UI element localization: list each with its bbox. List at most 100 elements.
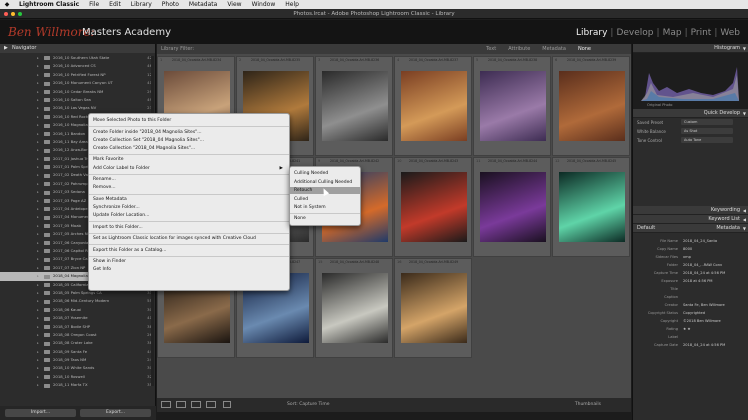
metadata-value[interactable]: 2018_04_24_Santa (683, 239, 717, 243)
folder-row[interactable]: ▸ 2016_10 Monument Canyon UT 41 (0, 79, 156, 87)
disclosure-triangle-icon[interactable]: ▸ (37, 121, 39, 129)
context-menu-item[interactable]: Create Folder inside "2018_04 Magnolia S… (93, 129, 287, 136)
menu-help[interactable]: Help (280, 0, 304, 9)
context-menu-item[interactable]: Save Metadata (93, 196, 287, 203)
disclosure-triangle-icon[interactable]: ▸ (37, 138, 39, 146)
photo-thumbnail[interactable] (559, 71, 625, 141)
sort-control[interactable]: Sort: Capture Time (287, 402, 330, 407)
apple-menu-icon[interactable]: ◆ (0, 1, 14, 8)
folder-row[interactable]: ▸ 2018_06 Kauai 30 (0, 306, 156, 314)
disclosure-triangle-icon[interactable]: ▸ (37, 281, 39, 289)
disclosure-triangle-icon[interactable]: ▸ (37, 62, 39, 70)
folder-row[interactable]: ▸ 2016_10 Petrified Forest NP 12 (0, 71, 156, 79)
disclosure-triangle-icon[interactable]: ▸ (37, 381, 39, 389)
loupe-view-icon[interactable] (176, 401, 186, 408)
metadata-value[interactable]: 2018_04_24 at 4:56 PM (683, 271, 725, 275)
disclosure-triangle-icon[interactable]: ▸ (37, 323, 39, 331)
folder-row[interactable]: ▸ 2018_06 Mid-Century Modern 55 (0, 297, 156, 305)
thumbnails-slider-label[interactable]: Thumbnails (575, 402, 601, 407)
disclosure-triangle-icon[interactable]: ▸ (37, 289, 39, 297)
context-menu-item[interactable]: Remove... (93, 184, 287, 191)
disclosure-triangle-icon[interactable]: ▸ (37, 230, 39, 238)
folder-row[interactable]: ▸ 2016_10 Southern Utah State 42 (0, 54, 156, 62)
photo-thumbnail[interactable] (401, 172, 467, 242)
collapse-triangle-icon[interactable]: ▼ (743, 224, 746, 233)
context-menu-item[interactable]: Rename... (93, 176, 287, 183)
thumbnail-cell[interactable]: 15 2018_04_Ocoaida-Ari-MB-8248 (315, 258, 393, 358)
color-label-option[interactable]: Not in System (294, 204, 326, 211)
filter-none[interactable]: None (578, 44, 591, 54)
disclosure-triangle-icon[interactable]: ▸ (37, 163, 39, 171)
thumbnail-cell[interactable]: 4 2018_04_Ocoaida-Ari-MB-8237 (394, 56, 472, 156)
disclosure-triangle-icon[interactable]: ▸ (37, 222, 39, 230)
keyword-list-header[interactable]: Keyword List ◀ (633, 215, 748, 224)
thumbnail-cell[interactable]: 11 2018_04_Ocoaida-Ari-MB-8244 (473, 157, 551, 257)
menu-app[interactable]: Lightroom Classic (14, 0, 84, 9)
disclosure-triangle-icon[interactable]: ▸ (37, 339, 39, 347)
context-menu-item[interactable]: Move Selected Photo to this Folder (93, 117, 287, 124)
context-menu-item[interactable]: Get Info (93, 266, 287, 273)
disclosure-triangle-icon[interactable]: ▸ (37, 213, 39, 221)
menu-library[interactable]: Library (126, 0, 157, 9)
thumbnail-cell[interactable]: 10 2018_04_Ocoaida-Ari-MB-8243 (394, 157, 472, 257)
metadata-value[interactable]: ★ ★ (683, 327, 691, 331)
menu-edit[interactable]: Edit (104, 0, 126, 9)
folder-row[interactable]: ▸ 2018_08 Crater Lake 38 (0, 339, 156, 347)
disclosure-triangle-icon[interactable]: ▸ (37, 54, 39, 62)
disclosure-triangle-icon[interactable]: ▸ (37, 197, 39, 205)
metadata-header[interactable]: Default Metadata ▼ (633, 224, 748, 233)
grid-view-icon[interactable] (161, 401, 171, 408)
quick-develop-header[interactable]: Quick Develop ▼ (633, 109, 748, 118)
disclosure-triangle-icon[interactable]: ▸ (37, 205, 39, 213)
disclosure-triangle-icon[interactable]: ▸ (37, 79, 39, 87)
module-map[interactable]: Map (661, 28, 684, 38)
disclosure-triangle-icon[interactable]: ▸ (37, 247, 39, 255)
keywording-header[interactable]: Keywording ◀ (633, 206, 748, 215)
disclosure-triangle-icon[interactable]: ▸ (37, 71, 39, 79)
collapse-triangle-icon[interactable]: ▼ (743, 109, 746, 118)
context-menu-item[interactable]: Import to this Folder... (93, 224, 287, 231)
context-menu-item[interactable]: Set as Lightroom Classic location for im… (93, 235, 287, 242)
folder-row[interactable]: ▸ 2018_07 Bodie SHP 38 (0, 323, 156, 331)
folder-row[interactable]: ▸ 2016_10 Cedar Breaks NM 29 (0, 88, 156, 96)
context-menu-item[interactable]: Create Collection Set "2018_04 Magnolia … (93, 137, 287, 144)
color-label-option[interactable]: Additional Culling Needed (294, 179, 352, 186)
disclosure-triangle-icon[interactable]: ▸ (37, 331, 39, 339)
disclosure-triangle-icon[interactable]: ▸ (37, 272, 39, 280)
photo-thumbnail[interactable] (480, 172, 546, 242)
color-label-option[interactable]: Culling Needed (294, 170, 328, 177)
navigator-header[interactable]: ▶ Navigator (0, 44, 155, 53)
module-print[interactable]: Print (689, 28, 714, 38)
disclosure-triangle-icon[interactable]: ▸ (37, 113, 39, 121)
export-button[interactable]: Export... (80, 409, 151, 417)
metadata-value[interactable]: ©2018 Ben Willmore (683, 319, 721, 323)
folder-row[interactable]: ▸ 2018_11 Marfa TX 35 (0, 381, 156, 389)
close-window-button[interactable] (4, 12, 8, 16)
photo-thumbnail[interactable] (559, 172, 625, 242)
minimize-window-button[interactable] (11, 12, 15, 16)
photo-thumbnail[interactable] (401, 71, 467, 141)
metadata-value[interactable]: 2018 at 4:56 PM (683, 279, 713, 283)
context-menu-item[interactable]: Synchronize Folder... (93, 204, 287, 211)
module-web[interactable]: Web (718, 28, 742, 38)
disclosure-triangle-icon[interactable]: ▸ (37, 104, 39, 112)
menu-metadata[interactable]: Metadata (184, 0, 222, 9)
collapse-triangle-icon[interactable]: ▶ (4, 44, 8, 53)
context-menu-item[interactable]: Export this Folder as a Catalog... (93, 247, 287, 254)
thumbnail-cell[interactable]: 3 2018_04_Ocoaida-Ari-MB-8236 (315, 56, 393, 156)
filter-metadata[interactable]: Metadata (542, 44, 566, 54)
folder-row[interactable]: ▸ 2018_10 White Sands 30 (0, 364, 156, 372)
quick-develop-dropdown[interactable]: Custom (681, 119, 733, 125)
folder-row[interactable]: ▸ 2016_10 Las Vegas NV 23 (0, 104, 156, 112)
metadata-value[interactable]: Copyrighted (683, 311, 705, 315)
folder-row[interactable]: ▸ 2016_10 Salton Sea 49 (0, 96, 156, 104)
thumbnail-cell[interactable]: 6 2018_04_Ocoaida-Ari-MB-8239 (552, 56, 630, 156)
metadata-value[interactable]: 2018_04_...RAW Conv (683, 263, 722, 267)
context-menu-item[interactable]: Create Collection "2018_04 Magnolia Site… (93, 145, 287, 152)
module-library[interactable]: Library (574, 28, 609, 38)
import-button[interactable]: Import... (5, 409, 76, 417)
disclosure-triangle-icon[interactable]: ▸ (37, 180, 39, 188)
folder-row[interactable]: ▸ 2018_09 Santa Fe 44 (0, 348, 156, 356)
context-menu-item[interactable]: Show in Finder (93, 258, 287, 265)
thumbnail-cell[interactable]: 12 2018_04_Ocoaida-Ari-MB-8245 (552, 157, 630, 257)
